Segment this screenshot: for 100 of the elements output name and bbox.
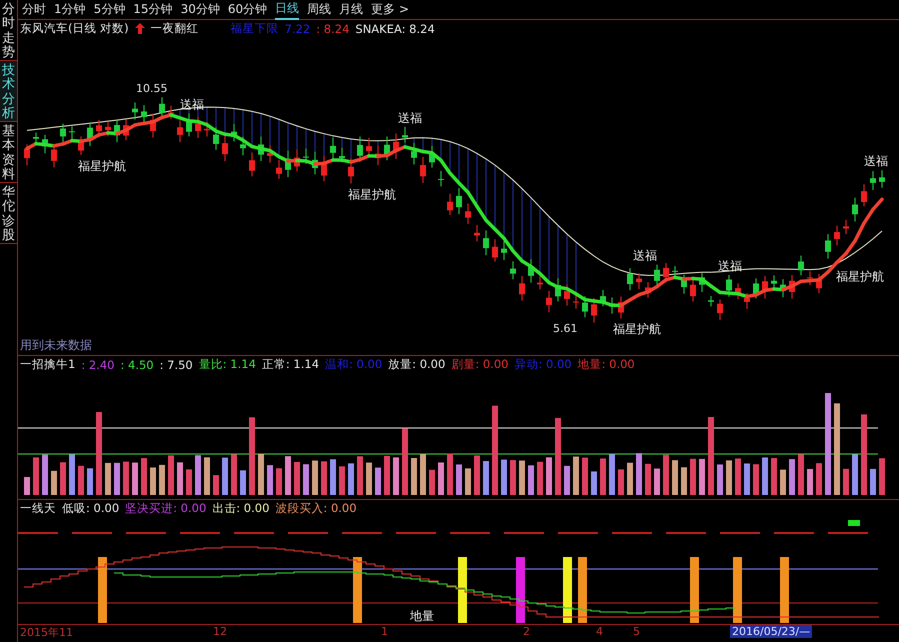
candlestick [213,126,219,150]
candlestick [573,294,579,310]
candlestick [600,290,606,307]
candlestick [690,280,696,302]
price-label: 5.61 [553,322,578,336]
stock-title: 东风汽车(日线 对数) [20,21,129,36]
candlestick [330,137,336,161]
candlestick [852,197,858,222]
candlestick [762,276,768,300]
candlestick [294,149,300,172]
candlestick [537,275,543,290]
signal-tag: 送福 [398,110,422,125]
candlestick [483,230,489,256]
period-tab[interactable]: 分时 [22,0,46,18]
indicator-value: 量比: 1.14 [198,357,256,372]
candlestick [222,135,228,162]
candlestick [879,170,885,188]
candlestick [87,122,93,146]
indicator-value: 坚决买进: 0.00 [125,501,206,516]
candlestick [150,112,156,138]
note-text: 用到未来数据 [20,338,92,352]
period-tab[interactable]: 1分钟 [54,0,86,18]
candlestick [402,126,408,144]
candlestick [231,124,237,142]
candlestick [240,136,246,156]
legend-value: 福星下限 [230,21,279,36]
period-tab[interactable]: 月线 [339,0,364,18]
candlestick [384,136,390,161]
candlestick [825,234,831,260]
candlestick [582,296,588,318]
candlestick [105,120,111,137]
candlestick [510,260,516,280]
candlestick [411,142,417,165]
candlestick [699,272,705,292]
indicator-value: 低吸: 0.00 [62,501,120,516]
legend-value: SNAKEA: 8.24 [355,22,435,36]
candlestick [312,151,318,175]
candlestick [78,136,84,156]
signal-tag: 送福 [718,258,742,273]
indicator-value: 一招擒牛1 [20,357,76,372]
candlestick [861,184,867,207]
signal-tag: 福星护航 [348,188,396,202]
period-tab[interactable]: 5分钟 [94,0,126,18]
indicator-value: : 2.40 [81,358,114,372]
candlestick [195,116,201,139]
indicator-value: 放量: 0.00 [388,357,446,372]
period-tab[interactable]: 60分钟 [228,0,268,18]
candlestick [447,193,453,216]
period-tab[interactable]: 周线 [307,0,332,18]
indicator-value: 正常: 1.14 [262,357,320,372]
candlestick [348,158,354,184]
indicator-value: : 4.50 [120,358,154,372]
side-tab[interactable]: 技术分析 [0,61,17,122]
signal-tag: 送福 [864,154,888,168]
candlestick [258,136,264,162]
candlestick [780,278,786,298]
candlestick [681,274,687,294]
period-tab[interactable]: 30分钟 [180,0,220,18]
candlestick [267,144,273,164]
indicator-value: 一线天 [20,501,56,516]
period-tab[interactable]: 日线 [275,0,300,20]
candlestick [33,132,39,144]
date-tick: 1 [381,625,388,638]
candlestick [528,258,534,284]
candlestick [60,123,66,143]
candlestick [636,272,642,290]
period-tab[interactable]: 更多 > [371,0,409,18]
candlestick [555,278,561,302]
candlestick [645,282,651,298]
candlestick [69,126,75,140]
signal-tag: 福星护航 [78,158,126,173]
signal-marker [848,520,860,526]
side-tab[interactable]: 基本资料 [0,122,17,183]
candlestick [726,274,732,298]
candlestick [204,121,210,137]
date-tick: 5 [633,625,640,638]
candlestick [177,120,183,143]
price-label: 10.55 [136,82,168,96]
candlestick [870,170,876,191]
candlestick [168,105,174,120]
candlestick [375,144,381,166]
candlestick [501,240,507,260]
candlestick [753,278,759,299]
candlestick [771,274,777,290]
candlestick [429,145,435,168]
side-tab[interactable]: 华佗诊股 [0,183,17,244]
candlestick [393,132,399,160]
candlestick [798,255,804,276]
candlestick [591,298,597,324]
candlestick [627,268,633,291]
candlestick [843,219,849,235]
candlestick [456,187,462,215]
indicator-value: 温和: 0.00 [325,357,382,372]
candlestick [807,270,813,286]
candlestick [420,156,426,184]
period-tab[interactable]: 15分钟 [133,0,173,18]
signal-tag: 福星护航 [836,269,884,284]
candlestick [321,156,327,182]
candlestick [834,225,840,246]
indicator-value: : 7.50 [160,358,193,372]
